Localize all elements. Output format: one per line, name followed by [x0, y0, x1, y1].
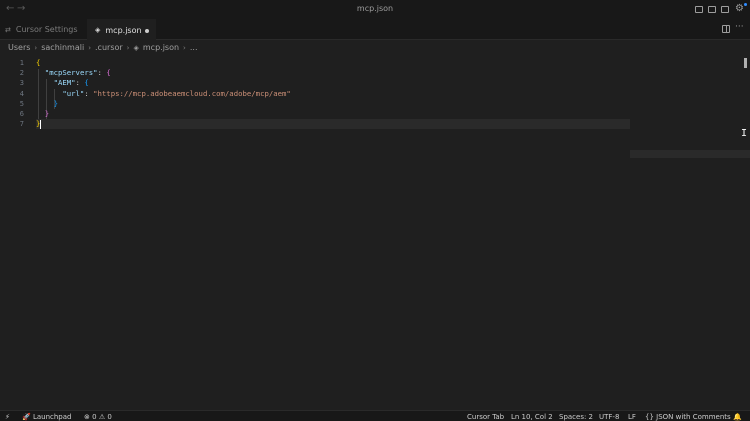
launchpad-item[interactable]: 🚀 Launchpad	[22, 412, 71, 421]
rocket-icon: 🚀	[22, 413, 31, 421]
chevron-right-icon: ›	[126, 43, 130, 52]
ibeam-cursor-icon: I	[741, 128, 748, 139]
text-cursor	[40, 119, 42, 129]
breadcrumb-users[interactable]: Users	[8, 43, 30, 52]
language-mode-item[interactable]: {} JSON with Comments	[645, 412, 731, 421]
tab-mcp-json[interactable]: ◈ mcp.json	[87, 19, 156, 40]
code-editor[interactable]: 1 2 3 4 5 6 7 { "mcpServers": { "AEM": {…	[0, 55, 750, 410]
json-key: "AEM"	[53, 78, 76, 88]
gear-icon[interactable]: ⚙	[735, 3, 744, 14]
json-colon: :	[84, 88, 94, 98]
breadcrumb-sachinmali[interactable]: sachinmali	[41, 43, 84, 52]
chevron-right-icon: ›	[88, 43, 92, 52]
breadcrumb-symbols[interactable]: ...	[190, 43, 198, 52]
minimap-highlight[interactable]	[630, 150, 750, 158]
line-number: 1	[19, 59, 24, 67]
breadcrumb: Users › sachinmali › .cursor › ◈ mcp.jso…	[0, 40, 750, 55]
line-number: 3	[19, 79, 24, 88]
toggle-primary-sidebar-icon[interactable]	[695, 6, 703, 13]
toggle-panel-icon[interactable]	[708, 6, 716, 13]
chevron-right-icon: ›	[34, 43, 38, 52]
code-line[interactable]: }	[36, 99, 630, 109]
chevron-right-icon: ›	[183, 43, 186, 52]
bracket: {	[106, 68, 111, 78]
split-editor-icon[interactable]	[722, 25, 730, 33]
line-number: 6	[19, 109, 24, 118]
warning-icon: ⚠	[98, 413, 106, 421]
encoding-item[interactable]: UTF-8	[599, 412, 619, 421]
json-key: "mcpServers"	[44, 68, 98, 78]
json-file-icon: ◈	[133, 43, 139, 52]
settings-file-icon: ⇄	[5, 25, 11, 34]
bell-icon[interactable]: 🔔	[733, 412, 742, 421]
bracket: }	[53, 98, 58, 108]
window-title: mcp.json	[356, 4, 394, 13]
tab-label: Cursor Settings	[15, 25, 78, 34]
breadcrumb-cursor[interactable]: .cursor	[95, 43, 123, 52]
code-line-current[interactable]: }	[36, 119, 630, 130]
line-number-gutter: 1 2 3 4 5 6 7	[0, 58, 24, 129]
language-label: JSON with Comments	[656, 413, 731, 421]
braces-icon: {}	[645, 413, 654, 421]
more-actions-icon[interactable]: ···	[735, 22, 744, 32]
toggle-secondary-sidebar-icon[interactable]	[721, 6, 729, 13]
line-number: 2	[19, 69, 24, 78]
scrollbar-thumb[interactable]	[744, 58, 747, 68]
unsaved-dot-icon[interactable]	[145, 29, 149, 33]
remote-icon[interactable]: ⚡	[5, 412, 10, 421]
code-line[interactable]: }	[36, 109, 630, 119]
json-key: "url"	[62, 88, 85, 98]
line-number: 7	[19, 120, 24, 129]
eol-item[interactable]: LF	[628, 412, 636, 421]
code-line[interactable]: "url": "https://mcp.adobeaemcloud.com/ad…	[36, 89, 630, 99]
json-colon: :	[97, 68, 107, 78]
bracket: {	[36, 58, 41, 67]
cursor-tab-item[interactable]: Cursor Tab	[467, 412, 504, 421]
tab-label: mcp.json	[105, 25, 142, 35]
code-line[interactable]: {	[36, 58, 630, 68]
tab-bar: ⇄ Cursor Settings ◈ mcp.json ···	[0, 19, 750, 40]
json-string-value: "https://mcp.adobeaemcloud.com/adobe/mcp…	[93, 88, 291, 98]
code-line[interactable]: "mcpServers": {	[36, 68, 630, 78]
breadcrumb-mcp-json[interactable]: mcp.json	[143, 43, 179, 52]
line-number: 5	[19, 99, 24, 108]
indentation-item[interactable]: Spaces: 2	[559, 412, 593, 421]
line-number: 4	[19, 89, 24, 98]
code-content[interactable]: { "mcpServers": { "AEM": { "url": "https…	[36, 58, 630, 130]
error-icon: ⊗	[84, 413, 90, 421]
cursor-position-item[interactable]: Ln 10, Col 2	[511, 412, 553, 421]
error-count: 0	[92, 413, 97, 421]
status-bar: ⚡ 🚀 Launchpad ⊗ 0 ⚠ 0 Cursor Tab Ln 10, …	[0, 410, 750, 421]
bracket: }	[44, 108, 50, 118]
code-line[interactable]: "AEM": {	[36, 78, 630, 88]
notification-dot	[744, 3, 747, 6]
json-file-icon: ◈	[95, 26, 101, 34]
bracket: {	[84, 78, 89, 88]
problems-item[interactable]: ⊗ 0 ⚠ 0	[84, 412, 112, 421]
title-bar: ← → mcp.json ⚙	[0, 0, 750, 19]
tab-cursor-settings[interactable]: ⇄ Cursor Settings	[0, 19, 85, 40]
launchpad-label: Launchpad	[32, 413, 72, 421]
warning-count: 0	[107, 413, 112, 421]
